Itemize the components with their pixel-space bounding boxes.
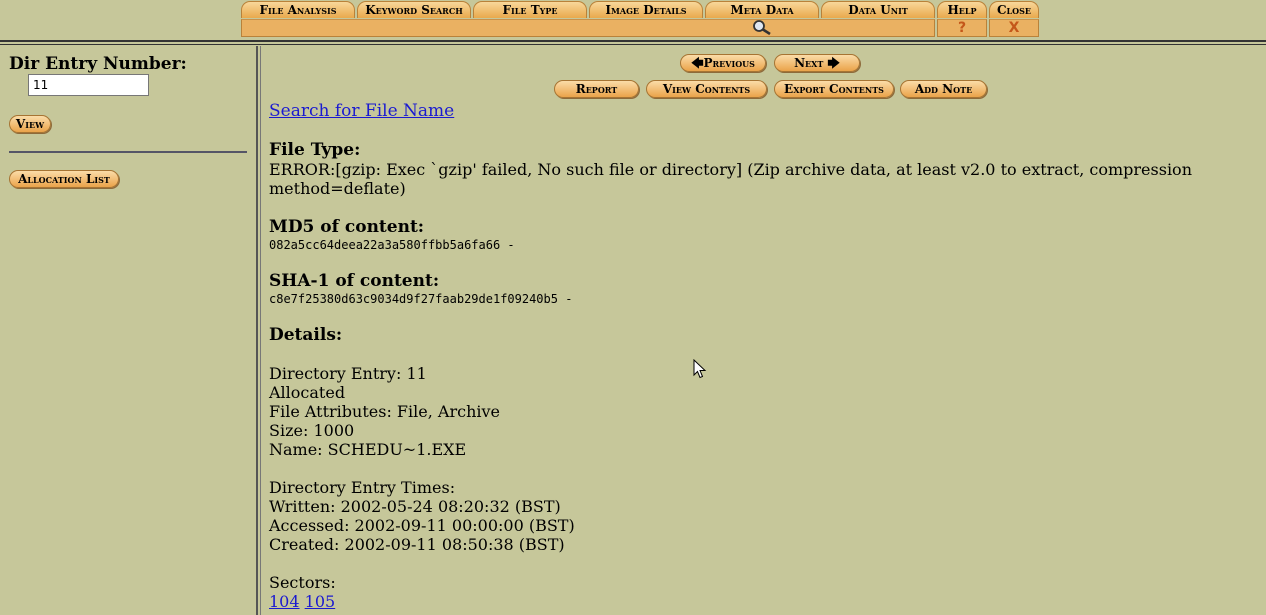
view-button[interactable]: View (9, 115, 51, 133)
next-label: Next (794, 56, 824, 70)
allocated-detail: Allocated (269, 383, 346, 402)
sidebar-divider (9, 151, 247, 153)
attributes-detail: File Attributes: File, Archive (269, 402, 500, 421)
top-divider (0, 40, 1266, 42)
dir-entry-label: Dir Entry Number: (9, 54, 187, 74)
sha1-value: c8e7f25380d63c9034d9f27faab29de1f09240b5… (269, 292, 573, 306)
tab-image-details[interactable]: Image Details (589, 1, 703, 18)
allocation-list-button[interactable]: Allocation List (9, 170, 119, 188)
file-type-heading: File Type: (269, 140, 361, 160)
arrow-left-icon: 🡄 (691, 56, 704, 70)
sha1-heading: SHA-1 of content: (269, 271, 440, 291)
created-time: Created: 2002-09-11 08:50:38 (BST) (269, 535, 565, 554)
tab-file-type[interactable]: File Type (473, 1, 587, 18)
frame-divider (256, 46, 258, 615)
view-contents-button[interactable]: View Contents (646, 80, 767, 98)
previous-button[interactable]: 🡄Previous (680, 54, 766, 72)
help-icon[interactable]: ? (937, 19, 987, 37)
close-icon[interactable]: X (989, 19, 1039, 37)
arrow-right-icon: 🡆 (827, 56, 840, 70)
accessed-time: Accessed: 2002-09-11 00:00:00 (BST) (269, 516, 575, 535)
name-detail: Name: SCHEDU~1.EXE (269, 440, 467, 459)
details-heading: Details: (269, 325, 343, 345)
magnifier-icon[interactable] (705, 19, 819, 37)
times-heading: Directory Entry Times: (269, 478, 456, 497)
tab-keyword-search[interactable]: Keyword Search (357, 1, 471, 18)
file-type-value-line1: ERROR:[gzip: Exec `gzip' failed, No such… (269, 160, 1192, 179)
md5-value: 082a5cc64deea22a3a580ffbb5a6fa66 - (269, 238, 515, 252)
sector-link[interactable]: 105 (305, 592, 336, 611)
tab-help[interactable]: Help (937, 1, 987, 18)
frame-divider-secondary (260, 46, 261, 615)
written-time: Written: 2002-05-24 08:20:32 (BST) (269, 497, 561, 516)
tab-file-analysis[interactable]: File Analysis (241, 1, 355, 18)
dir-entry-detail: Directory Entry: 11 (269, 364, 427, 383)
tab-data-unit[interactable]: Data Unit (821, 1, 935, 18)
top-tab-bar: File Analysis Keyword Search File Type I… (0, 0, 1266, 46)
sectors-heading: Sectors: (269, 573, 336, 592)
report-button[interactable]: Report (554, 80, 639, 98)
tab-meta-data[interactable]: Meta Data (705, 1, 819, 18)
export-contents-button[interactable]: Export Contents (774, 80, 894, 98)
previous-label: Previous (703, 56, 755, 70)
tab-strip (241, 19, 935, 37)
mouse-cursor-icon (693, 358, 707, 383)
tab-close[interactable]: Close (989, 1, 1039, 18)
sector-link[interactable]: 104 (269, 592, 300, 611)
add-note-button[interactable]: Add Note (900, 80, 987, 98)
size-detail: Size: 1000 (269, 421, 355, 440)
next-button[interactable]: Next 🡆 (774, 54, 860, 72)
top-divider-secondary (0, 44, 1266, 45)
file-type-value-line2: method=deflate) (269, 179, 406, 198)
sidebar: Dir Entry Number: View Allocation List (0, 46, 256, 615)
md5-heading: MD5 of content: (269, 217, 425, 237)
sector-links: 104 105 (269, 592, 335, 611)
search-file-name-link[interactable]: Search for File Name (269, 101, 454, 121)
dir-entry-input[interactable] (28, 74, 149, 96)
